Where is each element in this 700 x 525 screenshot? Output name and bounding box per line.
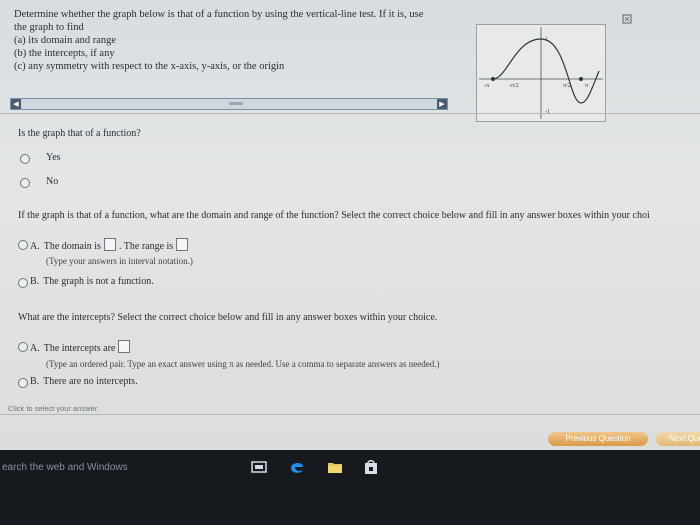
intercepts-hint: (Type an ordered pair. Type an exact ans…: [46, 359, 440, 369]
tick-label-neg-one: -1: [545, 109, 550, 115]
radio-domain-a[interactable]: [18, 240, 28, 250]
task-view-icon[interactable]: [250, 458, 268, 476]
radio-intercepts-b[interactable]: [18, 378, 28, 388]
domain-range-question: If the graph is that of a function, what…: [18, 210, 650, 221]
end-point: [579, 77, 583, 81]
question-line-5: (c) any symmetry with respect to the x-a…: [14, 61, 285, 72]
choice-intercepts-a[interactable]: A. The intercepts are: [30, 340, 133, 354]
not-function-label: The graph is not a function.: [43, 276, 154, 287]
radio-no[interactable]: [20, 178, 30, 188]
radio-yes[interactable]: [20, 154, 30, 164]
tick-label-neg-half-pi: -π/2: [509, 83, 519, 89]
status-divider: [0, 414, 700, 415]
tick-label-neg-pi: -π: [484, 83, 489, 89]
no-intercepts-label: There are no intercepts.: [43, 376, 138, 387]
tick-label-one: 1: [545, 37, 548, 43]
radio-domain-b[interactable]: [18, 278, 28, 288]
question-screen: Determine whether the graph below is tha…: [0, 0, 700, 450]
start-point: [491, 77, 495, 81]
option-no-label[interactable]: No: [46, 176, 58, 187]
horizontal-scrollbar[interactable]: ◀ ▶: [10, 98, 448, 110]
choice-letter: B.: [30, 376, 40, 387]
windows-taskbar: earch the web and Windows: [0, 450, 700, 525]
question-line-2: the graph to find: [14, 22, 84, 33]
file-explorer-icon[interactable]: [326, 458, 344, 476]
graph-curve: [492, 38, 600, 104]
taskbar-search-box[interactable]: earch the web and Windows: [0, 458, 212, 478]
option-yes-label[interactable]: Yes: [46, 152, 61, 163]
domain-answer-box[interactable]: [103, 238, 116, 251]
enlarge-graph-icon[interactable]: [622, 14, 632, 24]
choice-letter: B.: [30, 276, 40, 287]
question-line-1: Determine whether the graph below is tha…: [14, 9, 424, 20]
scroll-left-icon[interactable]: ◀: [11, 99, 21, 109]
click-hint: Click to select your answer.: [8, 404, 99, 413]
choice-domain-b[interactable]: B. The graph is not a function.: [30, 276, 154, 287]
question-line-4: (b) the intercepts, if any: [14, 48, 115, 59]
choice-intercepts-b[interactable]: B. There are no intercepts.: [30, 376, 138, 387]
divider: [0, 113, 700, 114]
previous-question-button[interactable]: Previous Question: [548, 432, 648, 446]
range-label: . The range is: [118, 241, 174, 252]
radio-intercepts-a[interactable]: [18, 342, 28, 352]
next-question-button[interactable]: Next Que: [656, 432, 700, 446]
intercepts-question: What are the intercepts? Select the corr…: [18, 312, 438, 323]
choice-letter: A.: [30, 241, 40, 252]
intercepts-label: The intercepts are: [43, 343, 116, 354]
choice-letter: A.: [30, 343, 40, 354]
function-question: Is the graph that of a function?: [18, 128, 141, 139]
scroll-right-icon[interactable]: ▶: [437, 99, 447, 109]
tick-label-half-pi: π/2: [563, 83, 571, 89]
cosine-graph: -π -π/2 π/2 π 1 -1: [476, 24, 606, 122]
scroll-thumb[interactable]: [229, 102, 243, 105]
question-line-3: (a) its domain and range: [14, 35, 117, 46]
domain-hint: (Type your answers in interval notation.…: [46, 256, 193, 266]
choice-domain-a[interactable]: A. The domain is . The range is: [30, 238, 191, 252]
tick-label-pi: π: [585, 83, 588, 89]
intercepts-answer-box[interactable]: [118, 340, 131, 353]
range-answer-box[interactable]: [176, 238, 189, 251]
edge-browser-icon[interactable]: [288, 458, 306, 476]
store-icon[interactable]: [362, 458, 380, 476]
question-text: Determine whether the graph below is tha…: [14, 8, 454, 73]
domain-label: The domain is: [43, 241, 101, 252]
